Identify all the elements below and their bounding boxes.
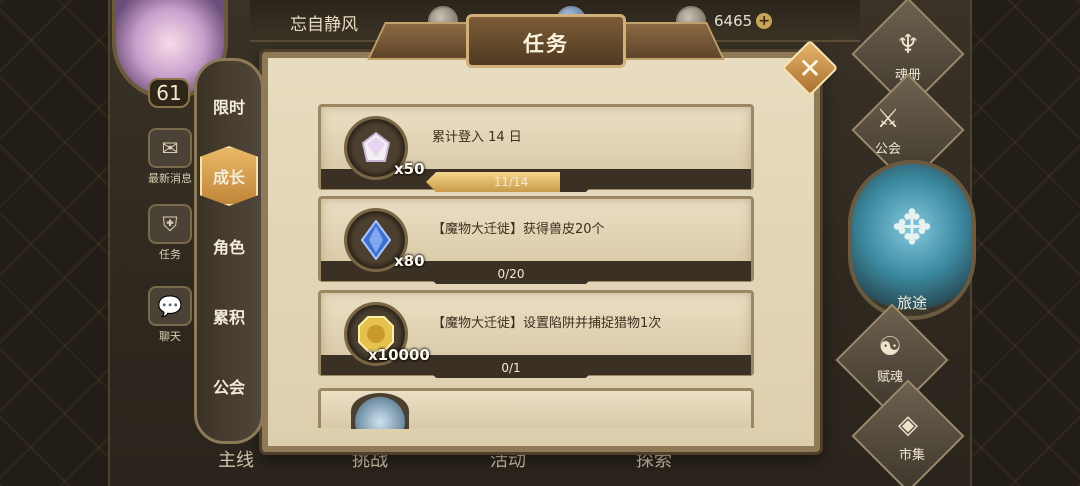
empower-icon: ☯ (878, 332, 902, 362)
quest-row-partial[interactable] (318, 388, 754, 429)
nav-news-label: 最新消息 (148, 172, 192, 185)
tab-cumulative[interactable]: 累积 (200, 286, 258, 346)
news-icon: ✉ (148, 128, 192, 168)
guild-icon: ⚔ (876, 104, 900, 134)
nav-news[interactable]: ✉ 最新消息 (140, 128, 200, 186)
progress-bar: 0/1 (426, 358, 596, 378)
nav-quest[interactable]: ⛨ 任务 (140, 204, 200, 262)
nav-chat-label: 聊天 (159, 330, 181, 343)
chat-icon: 💬 (148, 286, 192, 326)
progress-bar: 11/14 (426, 172, 596, 192)
reward-quantity: x10000 (368, 346, 430, 364)
quest-description: 【魔物大迁徙】设置陷阱并捕捉猎物1次 (432, 316, 662, 331)
reward-icon (351, 393, 409, 429)
level-badge: 61 (148, 78, 190, 108)
dialog-title: 任务 (523, 32, 569, 56)
tab-growth[interactable]: 成长 (200, 146, 258, 206)
resource-value: 6465 (714, 12, 753, 30)
add-crystal-button[interactable]: + (756, 13, 773, 29)
progress-text: 0/20 (497, 267, 525, 281)
reward-quantity: x80 (394, 252, 425, 270)
quest-icon: ⛨ (148, 204, 192, 244)
quest-row[interactable]: x80 【魔物大迁徙】获得兽皮20个 0/20 (318, 196, 754, 284)
nav-guild-label: 公会 (874, 142, 901, 157)
market-icon: ◈ (898, 410, 918, 440)
tab-main-story[interactable]: 主线 (218, 446, 254, 472)
quest-description: 【魔物大迁徙】获得兽皮20个 (432, 222, 605, 237)
quest-row[interactable]: x50 累计登入 14 日 11/14 (318, 104, 754, 192)
progress-text: 0/1 (501, 361, 521, 375)
tab-limited[interactable]: 限时 (200, 76, 258, 136)
nav-quest-label: 任务 (159, 248, 181, 261)
progress-bar: 0/20 (426, 264, 596, 284)
soulbook-icon: ♆ (896, 30, 920, 60)
quest-row[interactable]: x10000 【魔物大迁徙】设置陷阱并捕捉猎物1次 0/1 (318, 290, 754, 378)
tab-guild[interactable]: 公会 (200, 356, 258, 416)
journey-button[interactable]: ✥ 旅途 (848, 160, 976, 320)
journey-label: 旅途 (896, 294, 927, 312)
compass-icon: ✥ (891, 200, 933, 256)
progress-text: 11/14 (493, 175, 529, 189)
nav-chat[interactable]: 💬 聊天 (140, 286, 200, 344)
nav-market-label: 市集 (898, 448, 925, 463)
reward-quantity: x50 (394, 160, 425, 178)
tab-character[interactable]: 角色 (200, 216, 258, 276)
quest-description: 累计登入 14 日 (432, 130, 522, 145)
player-name: 忘自静风 (290, 15, 358, 35)
